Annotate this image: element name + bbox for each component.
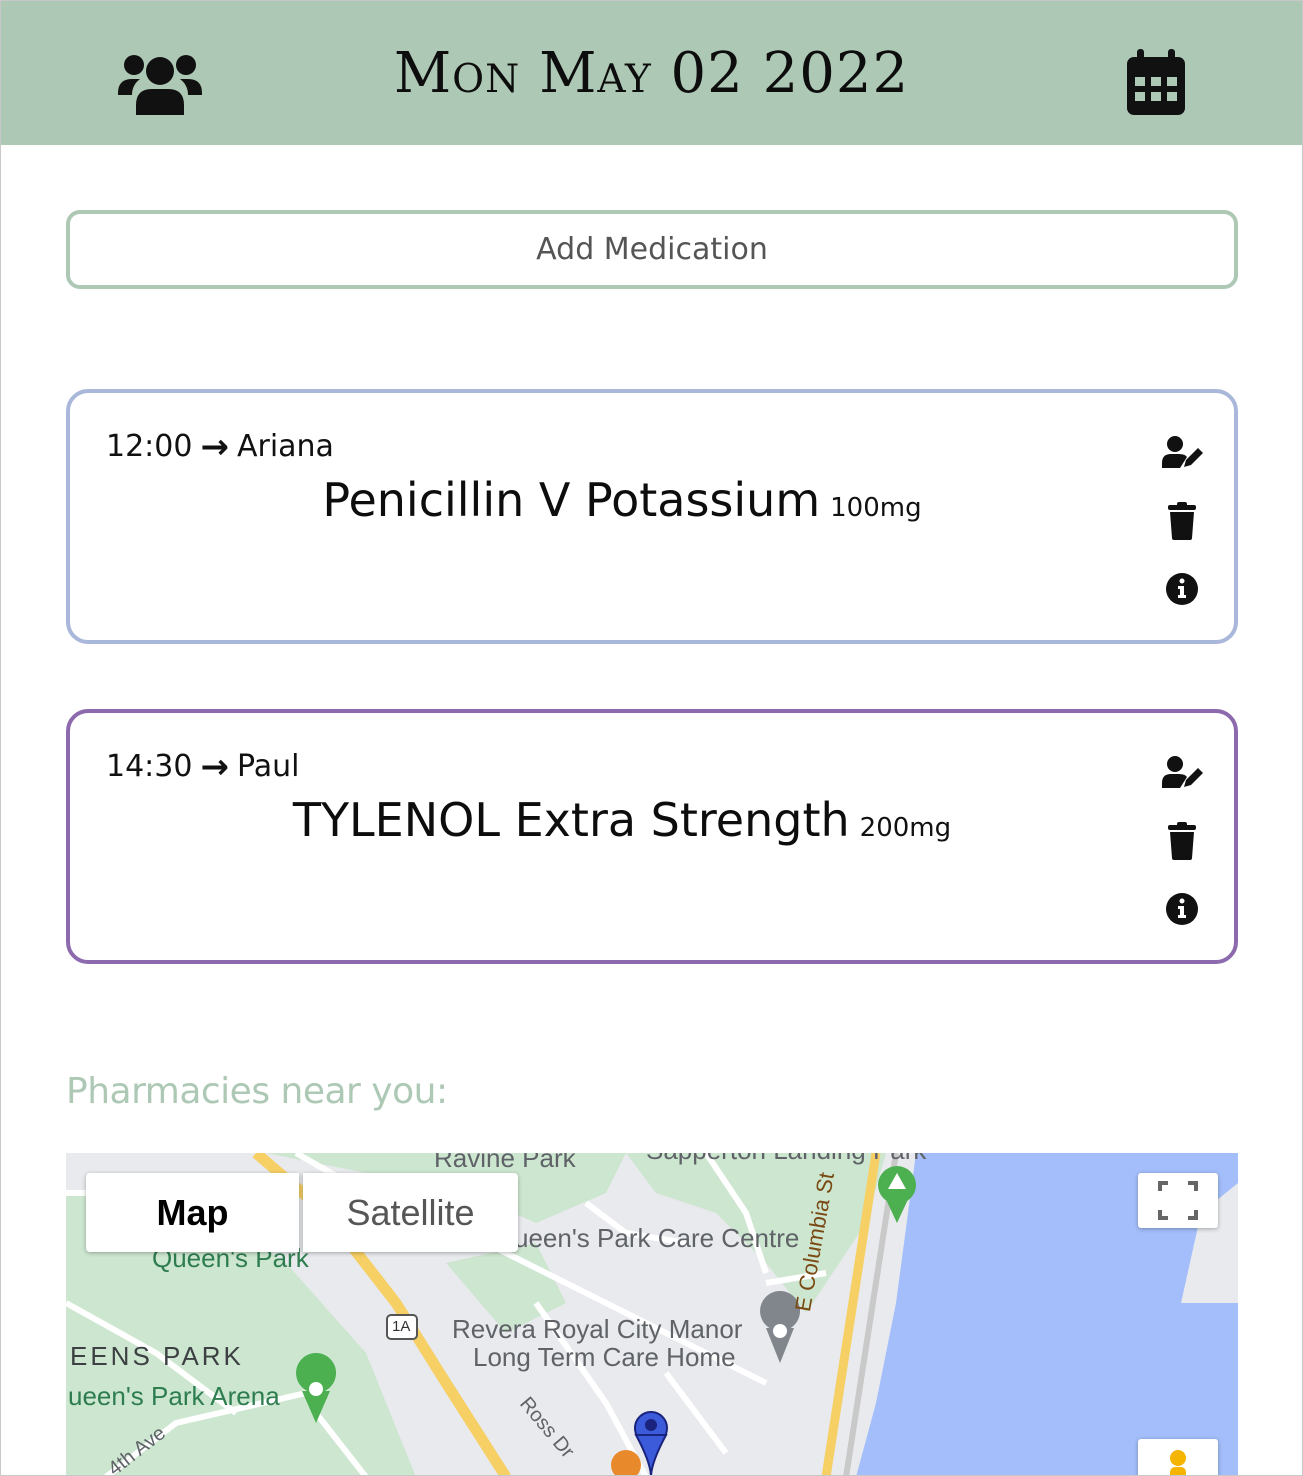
medication-line: TYLENOL Extra Strength 200mg [70, 793, 1174, 847]
dose-time: 14:30 [106, 749, 193, 784]
date-title: Mon May 02 2022 [393, 41, 910, 106]
calendar-icon[interactable] [1125, 47, 1187, 117]
medication-dose: 100mg [830, 493, 922, 523]
patient-name: Paul [236, 749, 300, 784]
user-edit-icon[interactable] [1162, 755, 1203, 795]
map-view-button[interactable]: Map [86, 1173, 299, 1252]
pegman-icon[interactable] [1138, 1439, 1218, 1475]
medication-dose: 200mg [859, 813, 952, 843]
patient-name: Ariana [236, 429, 334, 464]
schedule-line: 12:00 → Ariana [106, 429, 334, 464]
medication-card: 12:00 → Ariana Penicillin V Potassium 100… [66, 389, 1238, 644]
arrow-right-icon: → [200, 746, 229, 787]
info-icon[interactable] [1162, 569, 1202, 609]
schedule-line: 14:30 → Paul [106, 749, 299, 784]
map-label-arena: ueen's Park Arena [68, 1381, 280, 1411]
add-medication-button[interactable]: Add Medication [66, 210, 1238, 289]
map-label-ravine-park: Ravine Park [434, 1153, 576, 1173]
pharmacy-map[interactable]: Ravine Park Sapperton Landing Park Queen… [66, 1153, 1238, 1475]
medication-name: TYLENOL Extra Strength [292, 793, 850, 847]
medication-line: Penicillin V Potassium 100mg [70, 473, 1174, 527]
user-edit-icon[interactable] [1162, 435, 1203, 475]
dose-time: 12:00 [106, 429, 193, 464]
info-icon[interactable] [1162, 889, 1202, 929]
satellite-view-button[interactable]: Satellite [303, 1173, 518, 1252]
trash-icon[interactable] [1162, 501, 1202, 541]
trash-icon[interactable] [1162, 821, 1202, 861]
arrow-right-icon: → [200, 426, 229, 467]
map-label-highway: 1A [392, 1318, 411, 1335]
app-frame: Mon May 02 2022 Add Medication 12:00 → A… [0, 0, 1303, 1476]
map-label-sapperton: Sapperton Landing Park [646, 1153, 926, 1166]
top-header: Mon May 02 2022 [1, 1, 1302, 145]
medication-name: Penicillin V Potassium [322, 473, 821, 527]
map-label-district: EENS PARK [70, 1341, 244, 1371]
map-label-care-centre: ueen's Park Care Centre [514, 1223, 800, 1253]
pharmacies-heading: Pharmacies near you: [66, 1071, 448, 1112]
map-label-revera: Revera Royal City Manor [452, 1314, 743, 1344]
map-label-revera-2: Long Term Care Home [473, 1342, 736, 1372]
fullscreen-icon[interactable] [1138, 1173, 1218, 1228]
medication-card: 14:30 → Paul TYLENOL Extra Strength 200mg [66, 709, 1238, 964]
